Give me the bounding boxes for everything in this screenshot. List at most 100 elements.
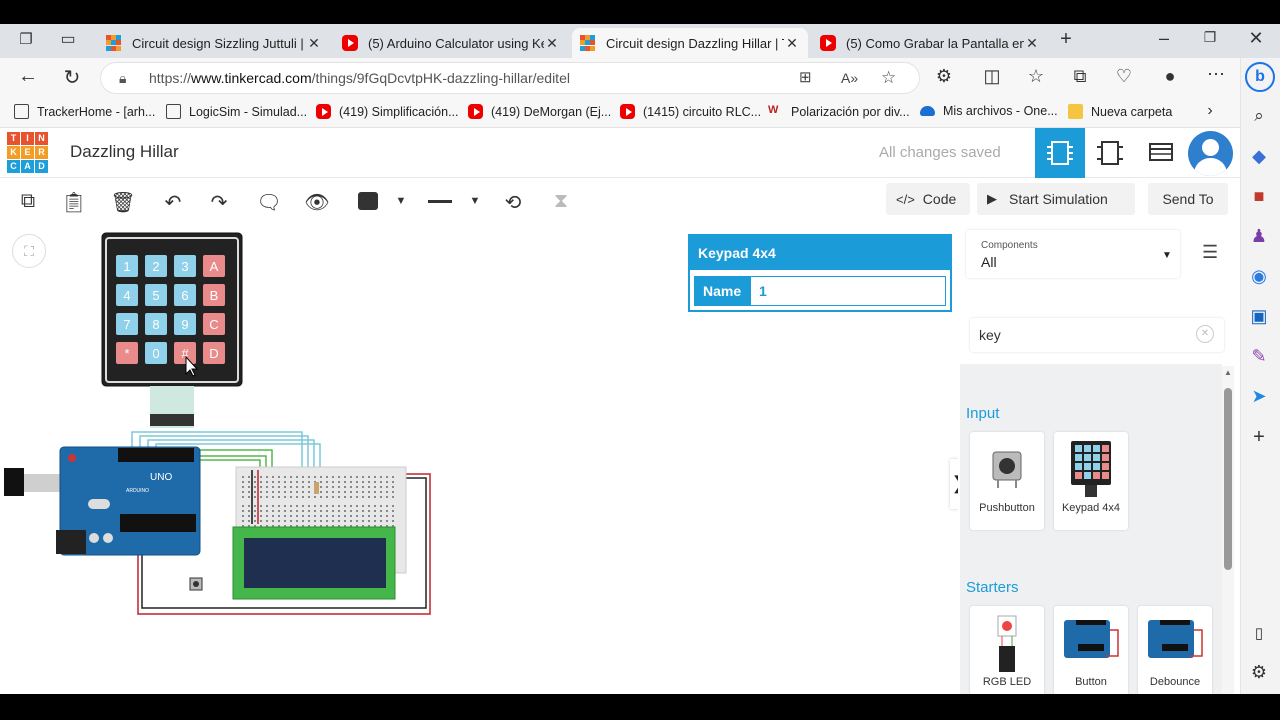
wire-type-icon[interactable] <box>428 200 452 203</box>
user-avatar[interactable] <box>1188 131 1233 176</box>
code-button[interactable]: </> Code <box>886 183 970 215</box>
performance-icon[interactable]: ♡ <box>1112 66 1136 87</box>
games-icon[interactable]: ♟ <box>1247 226 1271 247</box>
logo-letter: T <box>7 132 20 145</box>
undo-icon[interactable]: ↶ <box>160 190 186 215</box>
briefcase-icon[interactable]: ■ <box>1247 186 1271 207</box>
split-screen-icon[interactable]: ◫ <box>980 66 1004 87</box>
read-aloud-icon[interactable]: A» <box>841 63 858 93</box>
list-view-icon[interactable]: ☰ <box>1202 242 1218 263</box>
chevron-right-icon[interactable]: › <box>1198 102 1222 120</box>
apps-icon[interactable]: ⊞ <box>799 63 812 93</box>
scroll-up-icon[interactable]: ▲ <box>1224 368 1232 377</box>
extensions-icon[interactable]: ⚙︎ <box>932 66 956 87</box>
copy-icon[interactable]: ⧉ <box>15 190 41 213</box>
breadboard-hole <box>242 496 244 498</box>
close-tab-icon[interactable]: ✕ <box>1024 35 1040 52</box>
workspaces-icon[interactable]: ❐ <box>14 30 38 48</box>
delete-icon[interactable]: 🗑︎ <box>110 190 136 215</box>
name-field[interactable]: Name 1 <box>694 276 946 306</box>
office-icon[interactable]: ◉ <box>1247 266 1271 287</box>
tab-4[interactable]: (5) Como Grabar la Pantalla en PC ✕ <box>812 28 1048 58</box>
back-icon[interactable]: ← <box>16 65 40 88</box>
bing-copilot-icon[interactable]: b <box>1245 62 1275 92</box>
rotate-icon[interactable]: ⟲ <box>500 190 526 215</box>
components-dropdown[interactable]: Components All ▼ <box>966 230 1180 278</box>
component-pushbutton[interactable]: Pushbutton <box>970 432 1044 530</box>
minimize-icon[interactable]: – <box>1152 28 1176 49</box>
starter-debounce[interactable]: Debounce <box>1138 606 1212 694</box>
restore-icon[interactable]: ❐ <box>1198 29 1222 46</box>
refresh-icon[interactable]: ↻ <box>60 65 84 90</box>
starter-rgb-led[interactable]: RGB LED <box>970 606 1044 694</box>
breadboard-hole <box>320 476 322 478</box>
close-tab-icon[interactable]: ✕ <box>306 35 322 52</box>
collections-icon[interactable]: ⧉ <box>1068 66 1092 87</box>
breadboard-hole <box>374 505 376 507</box>
search-input[interactable]: key ✕ <box>970 318 1224 352</box>
close-tab-icon[interactable]: ✕ <box>544 35 560 52</box>
potentiometer-resistor[interactable] <box>314 482 319 494</box>
breadboard-hole <box>344 520 346 522</box>
tab-3-active[interactable]: Circuit design Dazzling Hillar | Tin ✕ <box>572 28 808 58</box>
url-input[interactable]: 🔒︎ https://www.tinkercad.com/things/9fGq… <box>100 62 920 94</box>
new-tab-icon[interactable]: + <box>1054 28 1078 51</box>
breadboard-hole <box>320 520 322 522</box>
starter-button[interactable]: Button <box>1054 606 1128 694</box>
send-to-button[interactable]: Send To <box>1148 183 1228 215</box>
bookmark-item[interactable]: LogicSim - Simulad... <box>166 104 307 119</box>
close-tab-icon[interactable]: ✕ <box>784 35 800 52</box>
notes-visibility-icon[interactable]: 👁︎ <box>304 190 330 215</box>
name-value[interactable]: 1 <box>759 283 767 299</box>
tinkercad-logo[interactable]: T I N K E R C A D <box>7 132 48 173</box>
bookmark-item[interactable]: Mis archivos - One... <box>920 104 1058 118</box>
outlook-icon[interactable]: ▣ <box>1247 306 1271 327</box>
settings-gear-icon[interactable]: ⚙ <box>1247 662 1271 683</box>
search-icon[interactable]: ⌕ <box>1247 106 1271 126</box>
bom-view-button[interactable] <box>1136 128 1186 178</box>
close-window-icon[interactable]: ✕ <box>1244 28 1268 49</box>
start-simulation-button[interactable]: ▶ Start Simulation <box>977 183 1135 215</box>
bookmark-item[interactable]: Nueva carpeta <box>1068 104 1172 119</box>
breadboard-hole <box>260 491 262 493</box>
breadboard-hole <box>368 491 370 493</box>
add-icon[interactable]: + <box>1247 426 1271 449</box>
circuit-view-button[interactable] <box>1035 128 1085 178</box>
breadboard-hole <box>338 496 340 498</box>
favorites-icon[interactable]: ☆ <box>1024 66 1048 87</box>
breadboard-hole <box>290 515 292 517</box>
more-menu-icon[interactable]: ⋯ <box>1204 64 1228 85</box>
tag-icon[interactable]: ◆ <box>1247 146 1271 167</box>
chevron-down-icon[interactable]: ▼ <box>462 195 488 207</box>
designer-icon[interactable]: ✎ <box>1247 346 1271 367</box>
bookmark-item[interactable]: W Polarización por div... <box>768 104 910 119</box>
tab-2[interactable]: (5) Arduino Calculator using Keyp ✕ <box>334 28 568 58</box>
tab-actions-icon[interactable]: ▭ <box>56 29 80 49</box>
power-jack <box>56 530 86 554</box>
bookmark-item[interactable]: (1415) circuito RLC... <box>620 104 761 119</box>
paste-icon[interactable]: 📋︎ <box>61 190 87 215</box>
bookmark-item[interactable]: (419) Simplificación... <box>316 104 459 119</box>
component-keypad-4x4[interactable]: Keypad 4x4 <box>1054 432 1128 530</box>
breadboard-hole <box>392 510 394 512</box>
bookmark-item[interactable]: (419) DeMorgan (Ej... <box>468 104 611 119</box>
scrollbar-thumb[interactable] <box>1224 388 1232 570</box>
tab-1[interactable]: Circuit design Sizzling Juttuli | Tin ✕ <box>98 28 330 58</box>
design-title[interactable]: Dazzling Hillar <box>70 142 179 162</box>
note-icon[interactable]: 🗨︎ <box>256 190 282 215</box>
profile-icon[interactable]: ● <box>1158 66 1182 87</box>
redo-icon[interactable]: ↷ <box>206 190 232 215</box>
keypad-key-label: B <box>210 288 219 303</box>
scrollbar[interactable]: ▲ <box>1222 366 1234 694</box>
bookmark-item[interactable]: TrackerHome - [arh... <box>14 104 155 119</box>
schematic-view-button[interactable] <box>1086 128 1136 178</box>
wire-color-swatch[interactable] <box>358 192 378 210</box>
sidebar-toggle-icon[interactable]: ▯ <box>1247 624 1271 642</box>
flip-icon[interactable]: ⧗ <box>548 190 574 213</box>
avatar-body <box>1194 158 1227 176</box>
favorite-star-icon[interactable]: ☆ <box>881 63 896 93</box>
send-icon[interactable]: ➤ <box>1247 386 1271 407</box>
breadboard-hole <box>266 505 268 507</box>
chevron-down-icon[interactable]: ▼ <box>388 195 414 207</box>
clear-search-icon[interactable]: ✕ <box>1196 325 1214 343</box>
